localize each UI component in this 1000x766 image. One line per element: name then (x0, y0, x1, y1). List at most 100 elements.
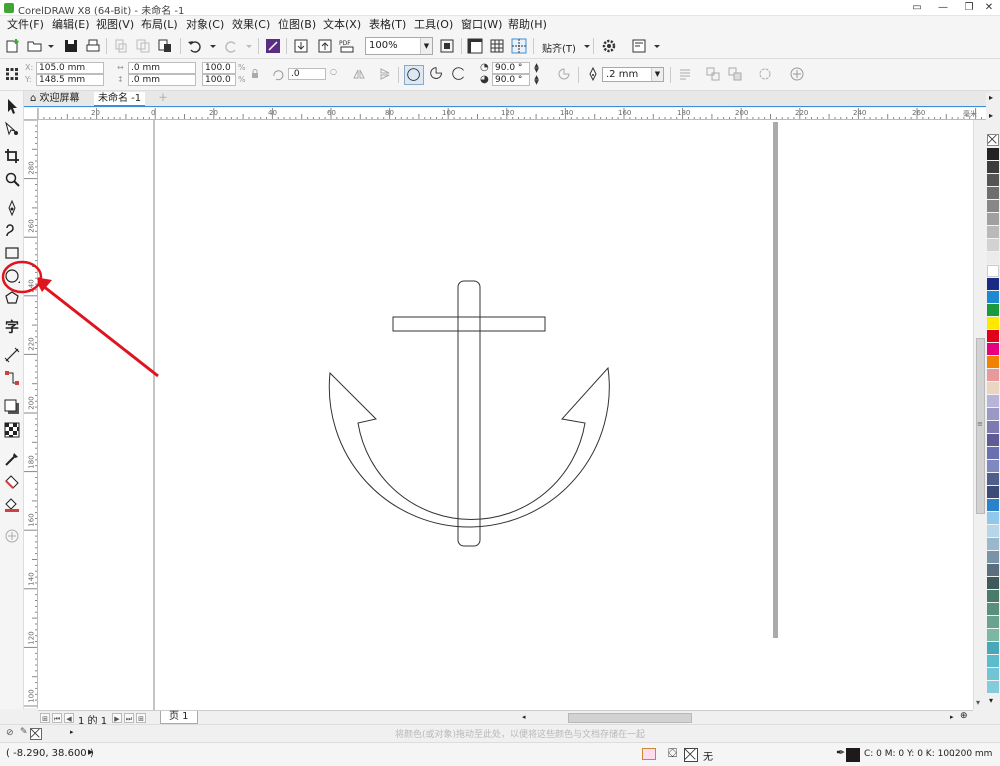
tab-welcome-screen[interactable]: ⌂ 欢迎屏幕 (26, 92, 84, 107)
zoom-level-combo[interactable]: 100% ▼ (365, 37, 433, 55)
hscroll-left-icon[interactable]: ◂ (522, 713, 530, 723)
color-swatch[interactable] (987, 291, 999, 303)
add-page-after-icon[interactable]: ⊞ (136, 713, 146, 723)
pick-tool-icon[interactable] (3, 97, 21, 115)
color-swatch[interactable] (987, 174, 999, 186)
color-swatch[interactable] (987, 213, 999, 225)
vertical-scrollbar[interactable]: ≡ ▾ (973, 120, 986, 710)
color-swatch[interactable] (987, 512, 999, 524)
color-swatch[interactable] (987, 616, 999, 628)
horizontal-ruler[interactable]: 20 0 20 40 60 80 100 120 140 160 180 200… (38, 108, 986, 120)
anchor-shank[interactable] (457, 280, 481, 547)
new-document-icon[interactable] (4, 37, 22, 55)
color-swatch[interactable] (987, 356, 999, 368)
color-swatch[interactable] (987, 226, 999, 238)
hscroll-right-icon[interactable]: ▸ (950, 713, 958, 723)
prev-page-icon[interactable]: ◀ (64, 713, 74, 723)
color-swatch[interactable] (987, 421, 999, 433)
color-swatch[interactable] (987, 434, 999, 446)
end-angle-spinner[interactable]: ▲ ▼ (532, 75, 541, 86)
mirror-vertical-icon[interactable] (378, 67, 392, 81)
scale-width-field[interactable]: 100.0 (202, 62, 236, 74)
color-swatch[interactable] (987, 148, 999, 160)
no-color-small-swatch[interactable] (30, 728, 42, 740)
end-angle-field[interactable]: 90.0 ° (492, 74, 530, 86)
add-page-before-icon[interactable]: ⊞ (40, 713, 50, 723)
color-swatch[interactable] (987, 525, 999, 537)
color-swatch[interactable] (987, 551, 999, 563)
color-swatch[interactable] (987, 330, 999, 342)
connector-tool-icon[interactable] (3, 369, 21, 387)
open-dropdown-icon[interactable] (42, 37, 54, 55)
position-y-field[interactable]: 148.5 mm (36, 74, 104, 86)
outline-width-combo[interactable]: .2 mm ▼ (602, 67, 664, 82)
menu-view[interactable]: 视图(V) (93, 17, 137, 32)
color-swatch[interactable] (987, 200, 999, 212)
cut-icon[interactable] (112, 37, 130, 55)
start-angle-spinner[interactable]: ▲ ▼ (532, 63, 541, 74)
freehand-tool-icon[interactable] (3, 199, 21, 217)
snap-dropdown-icon[interactable] (578, 37, 590, 55)
menu-text[interactable]: 文本(X) (320, 17, 364, 32)
pie-mode-button[interactable] (428, 65, 448, 85)
show-rulers-icon[interactable] (466, 37, 484, 55)
color-swatch[interactable] (987, 655, 999, 667)
add-quick-customize-icon[interactable] (790, 67, 804, 81)
status-expand-icon[interactable]: ▶ (88, 748, 93, 756)
color-swatch[interactable] (987, 564, 999, 576)
lock-ratio-icon[interactable] (250, 69, 260, 79)
color-swatch[interactable] (987, 304, 999, 316)
color-swatch[interactable] (987, 382, 999, 394)
new-tab-plus-icon[interactable]: ＋ (154, 92, 172, 107)
color-swatch[interactable] (987, 369, 999, 381)
save-icon[interactable] (62, 37, 80, 55)
interactive-fill-tool-icon[interactable] (3, 473, 21, 491)
next-page-icon[interactable]: ▶ (112, 713, 122, 723)
smart-fill-tool-icon[interactable] (3, 495, 21, 513)
menu-object[interactable]: 对象(C) (183, 17, 227, 32)
fill-none-swatch[interactable] (684, 748, 698, 762)
close-button[interactable]: ✕ (976, 0, 1000, 16)
pen-small-icon[interactable]: ✎ (20, 727, 28, 737)
last-page-icon[interactable]: ⏭ (124, 713, 134, 723)
paste-icon[interactable] (156, 37, 174, 55)
position-x-field[interactable]: 105.0 mm (36, 62, 104, 74)
color-swatch[interactable] (987, 603, 999, 615)
publish-pdf-icon[interactable]: PDF (338, 37, 356, 55)
color-swatch[interactable] (987, 187, 999, 199)
change-direction-icon[interactable] (557, 67, 571, 81)
color-swatch[interactable] (987, 447, 999, 459)
menu-file[interactable]: 文件(F) (4, 17, 47, 32)
text-wrap-icon[interactable] (678, 67, 692, 81)
color-swatch[interactable] (987, 473, 999, 485)
menu-bitmaps[interactable]: 位图(B) (275, 17, 319, 32)
redo-icon[interactable] (222, 37, 240, 55)
options-gear-icon[interactable] (600, 37, 618, 55)
restore-help-icon[interactable]: ▭ (904, 0, 930, 16)
chevron-down-icon[interactable]: ▼ (651, 68, 663, 81)
convert-to-curves-icon[interactable] (758, 67, 772, 81)
width-field[interactable]: .0 mm (128, 62, 196, 74)
color-swatch[interactable] (987, 577, 999, 589)
menu-help[interactable]: 帮助(H) (505, 17, 550, 32)
object-origin-icon[interactable] (5, 67, 19, 81)
ruler-origin-corner[interactable] (24, 108, 38, 120)
rotation-angle-field[interactable]: .0 (288, 68, 326, 80)
color-swatch[interactable] (987, 395, 999, 407)
first-page-icon[interactable]: ⏮ (52, 713, 62, 723)
anchor-drawing[interactable] (328, 280, 610, 547)
add-tool-icon[interactable] (3, 527, 21, 545)
to-back-icon[interactable] (728, 67, 742, 81)
export-icon[interactable] (316, 37, 334, 55)
undo-icon[interactable] (186, 37, 204, 55)
color-swatch[interactable] (987, 486, 999, 498)
page-1-tab[interactable]: 页 1 (160, 711, 198, 724)
color-swatch[interactable] (987, 252, 999, 264)
color-swatch[interactable] (987, 499, 999, 511)
color-swatch[interactable] (987, 590, 999, 602)
color-swatch[interactable] (987, 668, 999, 680)
menu-layout[interactable]: 布局(L) (138, 17, 181, 32)
color-swatch[interactable] (987, 278, 999, 290)
zoom-navigator-icon[interactable]: ⊕ (960, 711, 972, 723)
import-icon[interactable] (292, 37, 310, 55)
